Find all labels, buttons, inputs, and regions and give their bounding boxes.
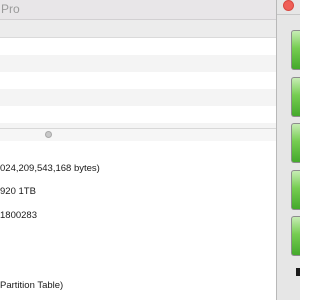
list-header (0, 20, 276, 38)
green-button-4[interactable] (291, 170, 300, 210)
green-button-2[interactable] (291, 77, 300, 117)
panel-divider (277, 14, 300, 15)
title-bar[interactable]: Pro (0, 0, 276, 20)
main-window: Pro 024,209,543,168 bytes) 920 1TB 18002… (0, 0, 276, 300)
pane-splitter[interactable] (0, 128, 276, 142)
device-list[interactable] (0, 20, 276, 140)
info-pane: 024,209,543,168 bytes) 920 1TB 1800283 P… (0, 141, 276, 300)
partition-scheme: Partition Table) (0, 280, 64, 291)
splitter-grip-icon[interactable] (45, 131, 52, 138)
list-item[interactable] (0, 55, 276, 72)
list-item[interactable] (0, 38, 276, 55)
list-item[interactable] (0, 106, 276, 123)
green-button-1[interactable] (291, 30, 300, 70)
window-title: Pro (1, 2, 20, 16)
serial-number: 1800283 (0, 210, 37, 221)
panel-tab-icon[interactable] (296, 268, 300, 276)
list-item[interactable] (0, 89, 276, 106)
model-size: 920 1TB (0, 186, 36, 197)
list-item[interactable] (0, 72, 276, 89)
green-button-3[interactable] (291, 123, 300, 163)
close-icon[interactable] (283, 0, 294, 11)
capacity-bytes: 024,209,543,168 bytes) (0, 163, 100, 174)
green-button-5[interactable] (291, 216, 300, 256)
